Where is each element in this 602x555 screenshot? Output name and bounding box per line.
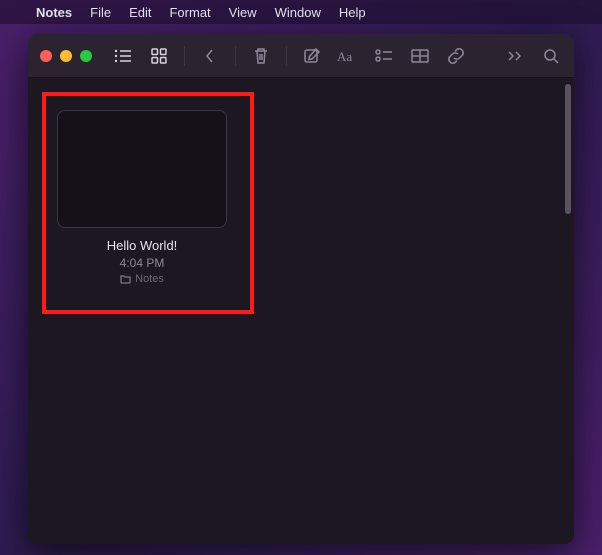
note-thumbnail [57,110,227,228]
trash-icon[interactable] [250,45,272,67]
link-icon[interactable] [445,45,467,67]
note-time: 4:04 PM [48,256,236,270]
checklist-icon[interactable] [373,45,395,67]
notes-window: Aa [28,34,574,544]
text-style-icon[interactable]: Aa [337,45,359,67]
window-titlebar: Aa [28,34,574,78]
toolbar: Aa [112,45,562,67]
menubar-item-edit[interactable]: Edit [129,5,151,20]
note-folder: Notes [48,273,236,285]
note-folder-label: Notes [135,273,164,285]
menubar-item-window[interactable]: Window [275,5,321,20]
menubar-item-help[interactable]: Help [339,5,366,20]
close-button[interactable] [40,50,52,62]
macos-menubar: Notes File Edit Format View Window Help [0,0,602,24]
note-title: Hello World! [48,238,236,253]
svg-text:Aa: Aa [337,49,352,64]
traffic-lights [40,50,92,62]
content-area: Hello World! 4:04 PM Notes [28,78,574,544]
menubar-item-format[interactable]: Format [169,5,210,20]
scrollbar[interactable] [562,78,574,544]
grid-view-icon[interactable] [148,45,170,67]
menubar-app-name[interactable]: Notes [36,5,72,20]
menubar-item-view[interactable]: View [229,5,257,20]
minimize-button[interactable] [60,50,72,62]
compose-icon[interactable] [301,45,323,67]
search-icon[interactable] [540,45,562,67]
menubar-item-file[interactable]: File [90,5,111,20]
table-icon[interactable] [409,45,431,67]
note-card[interactable]: Hello World! 4:04 PM Notes [42,96,242,291]
list-view-icon[interactable] [112,45,134,67]
toolbar-separator [184,46,185,66]
zoom-button[interactable] [80,50,92,62]
toolbar-separator [235,46,236,66]
scrollbar-thumb[interactable] [565,84,571,214]
back-icon[interactable] [199,45,221,67]
toolbar-separator [286,46,287,66]
folder-icon [120,274,131,284]
notes-grid: Hello World! 4:04 PM Notes [28,78,562,544]
overflow-icon[interactable] [504,45,526,67]
